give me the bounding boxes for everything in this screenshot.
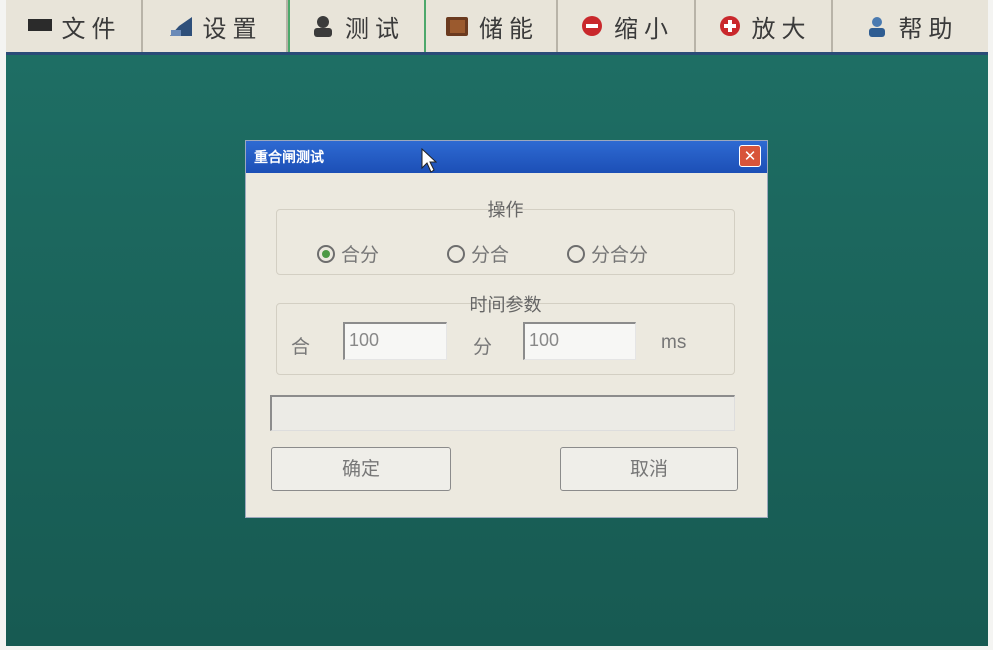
toolbar-zoom-in-button[interactable]: 放大 bbox=[696, 0, 833, 52]
mouse-cursor-icon bbox=[421, 147, 438, 174]
toolbar-test-button[interactable]: 测试 bbox=[288, 0, 426, 52]
status-progress-bar bbox=[270, 395, 735, 431]
ok-button[interactable]: 确定 bbox=[271, 447, 451, 491]
close-time-input[interactable]: 100 bbox=[343, 322, 447, 360]
radio-open-close-open[interactable]: 分合分 bbox=[567, 240, 648, 267]
radio-close-open[interactable]: 合分 bbox=[317, 240, 379, 267]
recloser-test-dialog: 重合闸测试 ✕ 操作 合分 分合 分合分 时间参数 合 100 分 100 ms… bbox=[245, 140, 768, 518]
toolbar-help-button[interactable]: 帮助 bbox=[833, 0, 988, 52]
open-time-label: 分 bbox=[473, 336, 493, 358]
toolbar-test-label: 测试 bbox=[345, 14, 405, 43]
close-time-label: 合 bbox=[291, 336, 311, 358]
radio-open-close-open-indicator[interactable] bbox=[567, 244, 585, 263]
screen: 文件 设置 测试 储能 缩小 放大 帮助 重合闸测试 ✕ 操作 合分 分合 分合… bbox=[6, 0, 988, 646]
time-params-group-title: 时间参数 bbox=[469, 295, 542, 316]
radio-close-open-label: 合分 bbox=[341, 244, 380, 266]
main-toolbar: 文件 设置 测试 储能 缩小 放大 帮助 bbox=[6, 0, 988, 55]
book-icon bbox=[443, 14, 471, 38]
monitor-icon bbox=[26, 14, 54, 38]
time-unit-label: ms bbox=[661, 332, 687, 353]
toolbar-storage-label: 储能 bbox=[479, 14, 539, 43]
close-button[interactable]: ✕ bbox=[739, 145, 761, 167]
toolbar-zoom-out-button[interactable]: 缩小 bbox=[558, 0, 696, 52]
close-icon: ✕ bbox=[743, 147, 757, 165]
radio-open-close-indicator[interactable] bbox=[447, 244, 465, 263]
radio-open-close-open-label: 分合分 bbox=[591, 244, 649, 266]
minus-circle-icon bbox=[578, 14, 606, 38]
toolbar-storage-button[interactable]: 储能 bbox=[426, 0, 558, 52]
dialog-title: 重合闸测试 bbox=[254, 150, 324, 166]
toolbar-file-button[interactable]: 文件 bbox=[6, 0, 143, 52]
time-params-group: 时间参数 合 100 分 100 ms bbox=[276, 295, 735, 375]
plus-circle-icon bbox=[716, 14, 744, 38]
cancel-button[interactable]: 取消 bbox=[560, 447, 738, 491]
radio-open-close[interactable]: 分合 bbox=[447, 240, 509, 267]
settings-icon bbox=[167, 14, 195, 38]
toolbar-zoom-in-label: 放大 bbox=[751, 14, 812, 43]
toolbar-zoom-out-label: 缩小 bbox=[614, 14, 674, 43]
radio-open-close-label: 分合 bbox=[471, 244, 510, 266]
operation-group: 操作 合分 分合 分合分 bbox=[276, 200, 735, 275]
toolbar-file-label: 文件 bbox=[61, 14, 122, 43]
help-icon bbox=[863, 14, 891, 38]
person-icon bbox=[309, 14, 337, 38]
toolbar-settings-label: 设置 bbox=[202, 14, 263, 43]
open-time-input[interactable]: 100 bbox=[523, 322, 636, 360]
dialog-titlebar[interactable]: 重合闸测试 ✕ bbox=[246, 141, 767, 173]
toolbar-settings-button[interactable]: 设置 bbox=[143, 0, 288, 52]
operation-group-title: 操作 bbox=[487, 200, 524, 221]
toolbar-help-label: 帮助 bbox=[898, 14, 959, 43]
radio-close-open-indicator[interactable] bbox=[317, 244, 335, 263]
